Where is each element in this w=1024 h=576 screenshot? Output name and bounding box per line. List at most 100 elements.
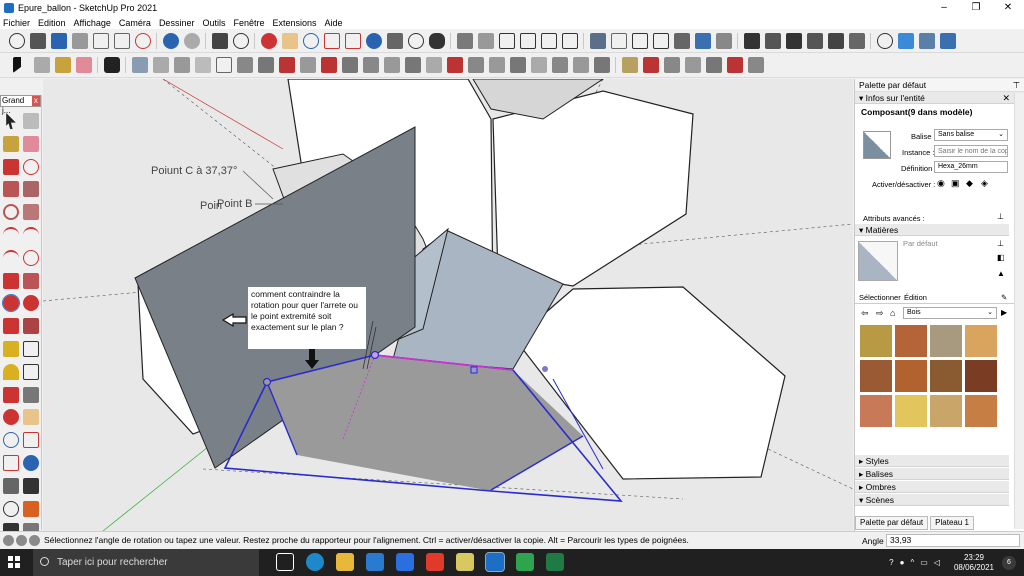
section-display-icon[interactable] — [918, 32, 935, 49]
excel-icon[interactable] — [546, 553, 564, 571]
material-swatch[interactable] — [965, 395, 997, 427]
move-icon[interactable] — [3, 272, 19, 289]
taskbar-search[interactable]: Taper ici pour rechercher — [33, 549, 259, 576]
ext-tool-12-icon[interactable] — [362, 57, 379, 73]
material-swatch[interactable] — [895, 325, 927, 357]
scenes-header[interactable]: ▾ Scènes — [855, 494, 1009, 506]
layout-icon[interactable] — [827, 32, 844, 49]
tab-edit[interactable]: Édition — [904, 293, 927, 302]
zoom-tool-icon[interactable] — [3, 432, 19, 449]
dropbox-icon[interactable] — [396, 553, 414, 571]
previous-view-icon[interactable] — [365, 32, 382, 49]
line-icon[interactable] — [3, 158, 19, 175]
pan-tool-icon[interactable] — [23, 409, 39, 426]
erase-icon[interactable] — [134, 32, 151, 49]
menu-fichier[interactable]: Fichier — [3, 18, 30, 28]
material-swatch[interactable] — [895, 395, 927, 427]
redo-icon[interactable] — [183, 32, 200, 49]
material-swatch[interactable] — [860, 395, 892, 427]
rotate-icon[interactable] — [2, 294, 20, 313]
lock-toggle-icon[interactable]: ▣ — [951, 178, 960, 189]
protractor-icon[interactable] — [3, 363, 19, 380]
material-swatch[interactable] — [860, 325, 892, 357]
material-cube-icon[interactable]: ◧ — [997, 253, 1005, 262]
ext-tool-5-icon[interactable] — [215, 57, 232, 73]
material-swatch[interactable] — [930, 395, 962, 427]
menu-fenetre[interactable]: Fenêtre — [233, 18, 264, 28]
chevron-up-icon[interactable]: ^ — [910, 558, 914, 567]
tray-tab-default[interactable]: Palette par défaut — [855, 516, 929, 530]
save-icon[interactable] — [50, 32, 67, 49]
component-icon[interactable] — [743, 32, 760, 49]
material-swatch[interactable] — [860, 360, 892, 392]
menu-edition[interactable]: Edition — [38, 18, 66, 28]
ext-tool-6-icon[interactable] — [236, 57, 253, 73]
look-around-icon[interactable] — [407, 32, 424, 49]
eraser-icon[interactable] — [75, 57, 92, 73]
ext-tool-18-icon[interactable] — [488, 57, 505, 73]
minimize-button[interactable]: – — [928, 0, 960, 16]
ext-tool-8-icon[interactable] — [278, 57, 295, 73]
select-arrow-icon[interactable] — [12, 57, 29, 73]
undo-icon[interactable] — [162, 32, 179, 49]
shadows-header[interactable]: ▸ Ombres — [855, 481, 1009, 493]
windows-start-icon[interactable] — [8, 556, 20, 568]
ext-tool-28-icon[interactable] — [705, 57, 722, 73]
offset-icon[interactable] — [23, 318, 39, 335]
freehand-icon[interactable] — [23, 158, 39, 175]
monochrome-icon[interactable] — [715, 32, 732, 49]
section-plane-icon[interactable] — [897, 32, 914, 49]
sketchup-taskbar-icon[interactable] — [485, 552, 505, 572]
share-model-icon[interactable] — [785, 32, 802, 49]
walk-icon[interactable] — [428, 32, 445, 49]
orbit-icon[interactable] — [260, 32, 277, 49]
pan-icon[interactable] — [281, 32, 298, 49]
ext-tool-22-icon[interactable] — [572, 57, 589, 73]
arc-icon[interactable] — [3, 226, 19, 243]
model-info-icon[interactable] — [232, 32, 249, 49]
details-arrow-icon[interactable]: ▶ — [1001, 308, 1007, 317]
section-plane-tool-icon[interactable] — [23, 500, 39, 517]
geo-location-icon[interactable] — [3, 535, 14, 546]
ext-tool-30-icon[interactable] — [747, 57, 764, 73]
axes-icon[interactable] — [876, 32, 893, 49]
model-viewport[interactable]: Poiunt C à 37,37° Poin Point B comment c… — [43, 79, 853, 531]
circle-icon[interactable] — [3, 204, 19, 221]
ext-tool-1-icon[interactable] — [131, 57, 148, 73]
volume-icon[interactable]: ◁ — [934, 558, 940, 567]
app-tray-icon[interactable]: ● — [900, 558, 905, 567]
axes-tool-icon[interactable] — [3, 386, 19, 403]
position-camera-tool-icon[interactable] — [3, 477, 19, 494]
text-icon[interactable] — [23, 363, 39, 380]
open-folder-icon[interactable] — [29, 32, 46, 49]
make-component-icon[interactable] — [33, 57, 50, 73]
extension-manager-icon[interactable] — [848, 32, 865, 49]
section-fill-icon[interactable] — [939, 32, 956, 49]
help-icon[interactable]: ? — [889, 558, 893, 567]
ext-tool-19-icon[interactable] — [509, 57, 526, 73]
left-view-icon[interactable] — [561, 32, 578, 49]
paint-bucket-icon[interactable] — [54, 57, 71, 73]
ext-tool-25-icon[interactable] — [642, 57, 659, 73]
tab-select[interactable]: Sélectionner — [859, 293, 901, 302]
scale-icon[interactable] — [3, 318, 19, 335]
orbit-tool-icon[interactable] — [3, 409, 19, 426]
tray-scrollbar[interactable] — [1014, 93, 1024, 529]
new-file-icon[interactable] — [8, 32, 25, 49]
app-red-icon[interactable] — [426, 553, 444, 571]
tape-measure-icon[interactable] — [3, 340, 19, 357]
previous-tool-icon[interactable] — [23, 454, 39, 471]
edge-icon[interactable] — [306, 553, 324, 571]
xray-icon[interactable] — [589, 32, 606, 49]
visibility-toggle-icon[interactable]: ◉ — [937, 178, 945, 189]
section-close-icon[interactable]: ✕ — [1002, 92, 1010, 104]
component-icon[interactable] — [23, 113, 39, 129]
maximize-button[interactable]: ❐ — [960, 0, 992, 16]
two-point-arc-icon[interactable] — [23, 226, 39, 243]
zoom-extents-icon[interactable] — [344, 32, 361, 49]
app-green-icon[interactable] — [516, 553, 534, 571]
back-edges-icon[interactable] — [610, 32, 627, 49]
materials-header[interactable]: ▾ Matières — [855, 224, 1009, 236]
dimension-icon[interactable] — [23, 340, 39, 357]
three-point-arc-icon[interactable] — [3, 249, 19, 266]
